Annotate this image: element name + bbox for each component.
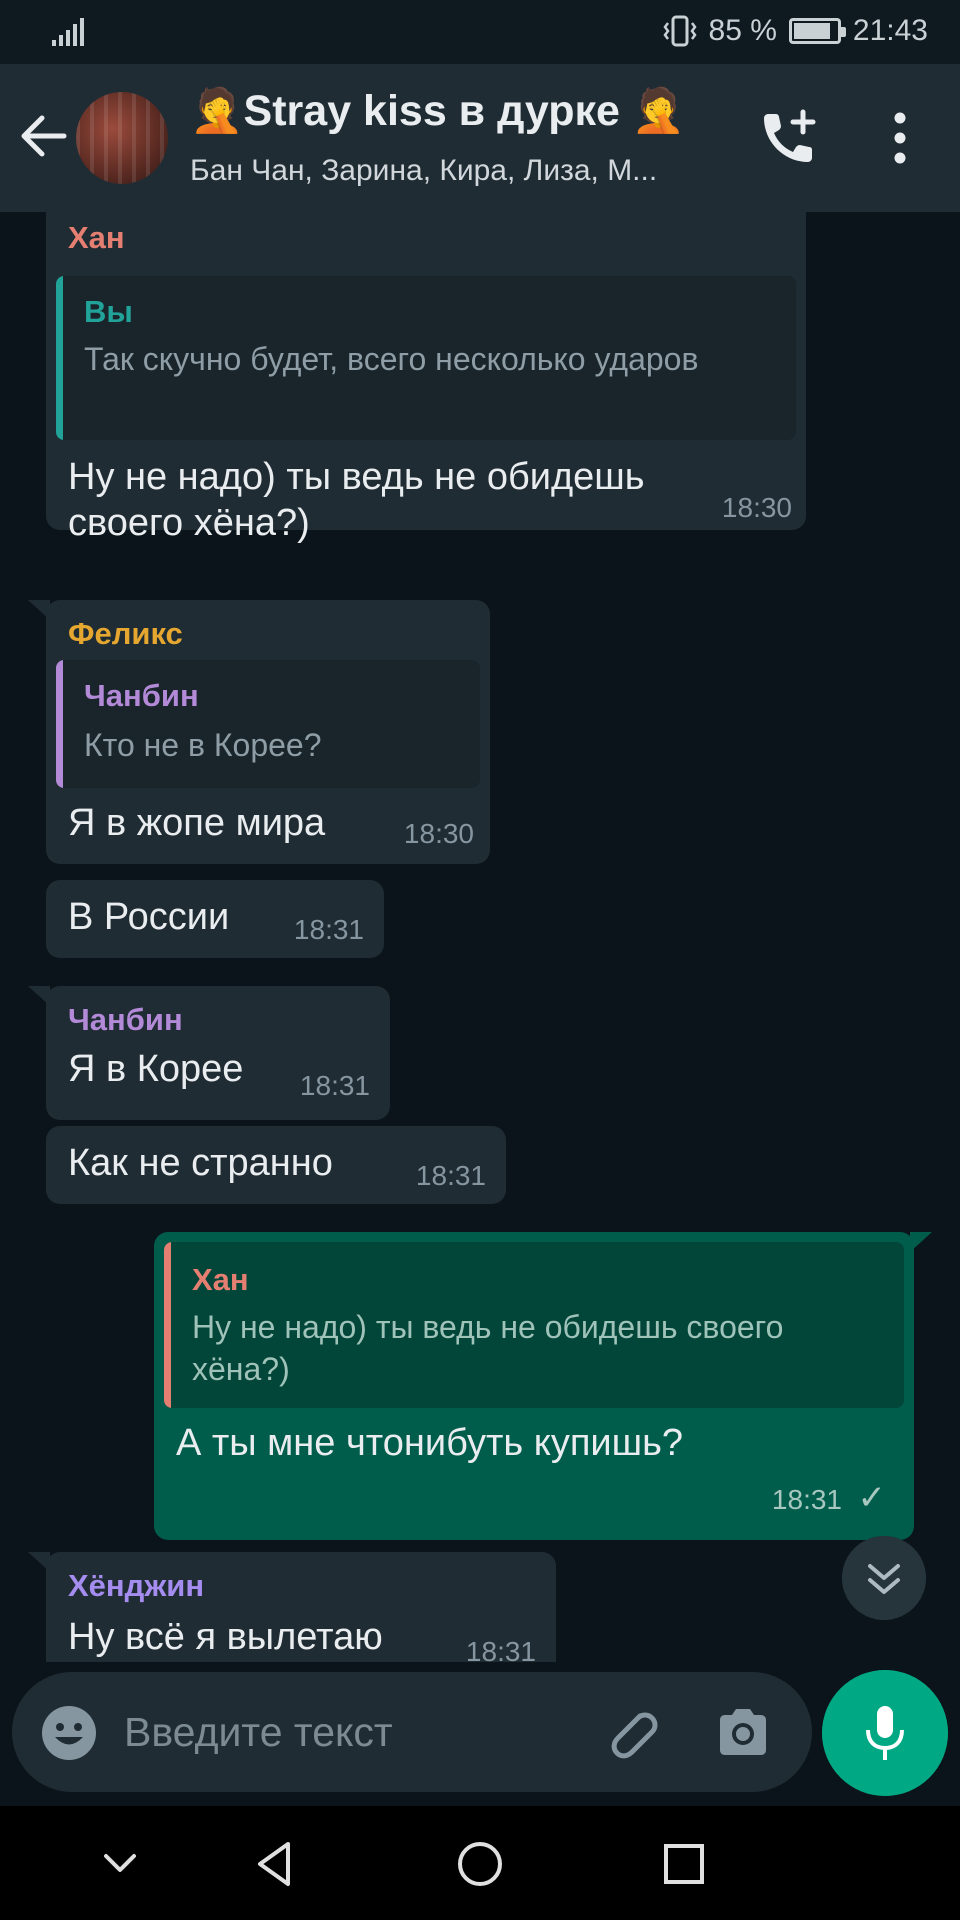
mic-icon[interactable] (822, 1670, 948, 1796)
quote-text: Кто не в Корее? (84, 727, 322, 763)
message-sender: Феликс (68, 616, 183, 651)
message-sender: Хёнджин (68, 1568, 205, 1603)
message-text: Я в Корее (68, 1048, 244, 1090)
quote-text: Так скучно будет, всего несколько ударов (84, 341, 699, 377)
clock: 21:43 (852, 14, 928, 47)
message-time: 18:31 (771, 1484, 842, 1515)
group-avatar[interactable] (76, 92, 168, 184)
status-bar: 85 % 21:43 (0, 0, 960, 64)
message-text: Ну не надо) ты ведь не обидешь своего хё… (68, 456, 645, 544)
message-text: А ты мне чтонибуть купишь? (176, 1422, 684, 1464)
message-bubble[interactable]: Хёнджин Ну всё я вылетаю 18:31 (28, 1552, 556, 1662)
message-time: 18:31 (293, 914, 364, 945)
status-right: 85 % 21:43 (662, 14, 928, 48)
battery-percent: 85 % (708, 14, 777, 47)
message-text: Как не странно (68, 1142, 333, 1184)
camera-icon[interactable] (714, 1704, 772, 1760)
whatsapp-chat-screen: 85 % 21:43 🤦Stray kiss в дурке 🤦 Бан Чан… (0, 0, 960, 1920)
avatar-texture (76, 92, 168, 184)
message-sender: Чанбин (68, 1002, 183, 1037)
message-time: 18:30 (721, 492, 792, 523)
message-time: 18:31 (415, 1160, 486, 1191)
quote-sender: Хан (192, 1262, 249, 1297)
message-text: В России (68, 896, 230, 938)
battery-fill (793, 23, 830, 39)
quote-bar (56, 276, 63, 440)
battery-icon (788, 18, 846, 44)
quote-sender: Чанбин (84, 678, 199, 713)
back-arrow-icon[interactable] (16, 108, 72, 164)
message-input[interactable] (124, 1700, 464, 1764)
message-bubble[interactable]: Феликс Чанбин Кто не в Корее? Я в жопе м… (28, 600, 490, 864)
message-bubble[interactable]: Чанбин Я в Корее 18:31 (28, 986, 390, 1120)
home-circle-icon[interactable] (450, 1834, 510, 1894)
quote-sender: Вы (84, 294, 133, 329)
recents-square-icon[interactable] (654, 1834, 714, 1894)
add-call-icon[interactable] (756, 108, 820, 168)
message-text: Я в жопе мира (68, 802, 326, 844)
message-sender: Хан (68, 220, 125, 255)
outgoing-message-bubble[interactable]: Хан Ну не надо) ты ведь не обидешь своег… (154, 1232, 932, 1540)
message-bubble[interactable]: Как не странно 18:31 (46, 1126, 506, 1204)
quote-text: Ну не надо) ты ведь не обидешь своего хё… (192, 1309, 784, 1387)
quoted-message[interactable]: Хан Ну не надо) ты ведь не обидешь своег… (164, 1242, 904, 1408)
quoted-message[interactable]: Чанбин Кто не в Корее? (56, 660, 480, 788)
more-options-icon[interactable] (880, 108, 920, 168)
signal-icon (52, 18, 84, 46)
message-list[interactable]: Хан Вы Так скучно будет, всего несколько… (0, 212, 960, 1662)
message-composer (12, 1672, 812, 1792)
message-time: 18:31 (299, 1070, 370, 1101)
message-bubble[interactable]: В России 18:31 (46, 880, 384, 958)
message-text: Ну всё я вылетаю (68, 1616, 383, 1658)
hide-keyboard-icon[interactable] (90, 1834, 150, 1894)
scroll-to-bottom-icon[interactable] (842, 1536, 926, 1620)
chat-participants[interactable]: Бан Чан, Зарина, Кира, Лиза, М... (190, 154, 730, 188)
message-time: 18:30 (403, 818, 474, 849)
paperclip-icon[interactable] (600, 1702, 662, 1764)
chat-header: 🤦Stray kiss в дурке 🤦 Бан Чан, Зарина, К… (0, 64, 960, 212)
quote-bar (164, 1242, 171, 1408)
sent-check-icon: ✓ (857, 1479, 887, 1517)
system-navigation-bar (0, 1806, 960, 1920)
vibrate-icon (662, 15, 697, 47)
emoji-icon[interactable] (40, 1704, 98, 1762)
message-bubble[interactable]: Хан Вы Так скучно будет, всего несколько… (46, 212, 806, 544)
message-time: 18:31 (465, 1636, 536, 1662)
quoted-message[interactable]: Вы Так скучно будет, всего несколько уда… (56, 276, 796, 440)
quote-bar (56, 660, 63, 788)
back-triangle-icon[interactable] (244, 1834, 304, 1894)
chat-title[interactable]: 🤦Stray kiss в дурке 🤦 (190, 86, 730, 136)
